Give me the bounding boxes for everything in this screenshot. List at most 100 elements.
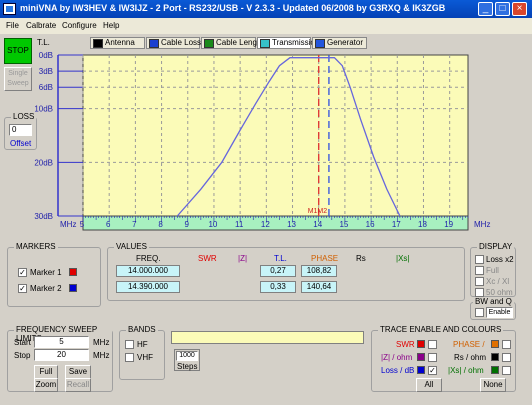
tab-generator[interactable]: Generator — [312, 37, 367, 49]
tl-header: T.L. — [274, 254, 287, 263]
steps-label: Steps — [177, 362, 198, 371]
trace-xs-color[interactable] — [491, 366, 499, 374]
stop-input[interactable]: 20 — [34, 349, 89, 361]
antenna-icon — [93, 39, 103, 48]
50-ohm-checkbox[interactable] — [475, 288, 484, 297]
trace-loss-color[interactable] — [417, 366, 425, 374]
trace-z-color[interactable] — [417, 353, 425, 361]
y-tick-label-10db: 10dB — [34, 105, 53, 114]
zoom-button[interactable]: Zoom — [34, 378, 58, 392]
full-button[interactable]: Full — [34, 365, 58, 379]
marker2-label: Marker 2 — [30, 284, 62, 293]
values-legend: VALUES — [114, 242, 149, 251]
trace-swr-color[interactable] — [417, 340, 425, 348]
50-ohm-label: 50 ohm — [486, 288, 513, 297]
values-group: VALUES FREQ. SWR |Z| T.L. PHASE Rs |Xs| … — [107, 242, 465, 301]
close-button[interactable]: × — [512, 2, 527, 16]
trace-xs-label: |Xs| / ohm — [448, 366, 484, 375]
start-label: Start — [14, 338, 31, 347]
trace-swr-checkbox[interactable] — [428, 340, 437, 349]
trace-all-button[interactable]: All — [416, 378, 442, 392]
trace-xs-checkbox[interactable] — [502, 366, 511, 375]
bwq-group: BW and Q Enable — [470, 297, 516, 320]
marker1-color[interactable] — [69, 268, 77, 276]
bwq-legend: BW and Q — [473, 297, 514, 306]
bwq-enable-label: Enable — [486, 307, 513, 318]
trace-phase-color[interactable] — [491, 340, 499, 348]
x-tick-label-13: 13 — [287, 220, 296, 229]
trace-group: TRACE ENABLE AND COLOURS SWR |Z| / ohm L… — [371, 325, 516, 392]
x-tick-label-17: 17 — [392, 220, 401, 229]
marker2-checkbox[interactable]: ✓ — [18, 284, 27, 293]
hf-checkbox[interactable] — [125, 340, 134, 349]
cable-loss-icon — [149, 39, 159, 48]
start-input[interactable]: 5 — [34, 336, 89, 348]
trace-legend: TRACE ENABLE AND COLOURS — [378, 325, 504, 334]
tab-cable-loss[interactable]: Cable Loss — [146, 37, 201, 49]
bands-legend: BANDS — [126, 325, 158, 334]
trace-none-button[interactable]: None — [480, 378, 506, 392]
bwq-enable-checkbox[interactable] — [475, 308, 484, 317]
menu-calibrate[interactable]: Calbrate — [26, 21, 56, 30]
x-tick-label-8: 8 — [158, 220, 163, 229]
marker1-label: Marker 1 — [30, 268, 62, 277]
marker1-tl: 0,27 — [260, 265, 296, 277]
marker2-phase: 140,64 — [301, 281, 337, 293]
window-title: miniVNA by IW3HEV & IW3IJZ - 2 Port - RS… — [20, 3, 446, 13]
stop-label: Stop — [14, 351, 31, 360]
trace-loss-checkbox[interactable]: ✓ — [428, 366, 437, 375]
markers-legend: MARKERS — [14, 242, 58, 251]
save-button[interactable]: Save — [65, 365, 91, 379]
loss-x2-checkbox[interactable] — [475, 255, 484, 264]
x-tick-label-7: 7 — [132, 220, 137, 229]
trace-phase-label: PHASE / — [453, 340, 485, 349]
z-header: |Z| — [238, 254, 248, 263]
minimize-button[interactable]: _ — [478, 2, 493, 16]
trace-loss-label: Loss / dB — [381, 366, 415, 375]
marker1-checkbox[interactable]: ✓ — [18, 268, 27, 277]
maximize-button[interactable]: □ — [495, 2, 510, 16]
vhf-label: VHF — [137, 353, 153, 362]
trace-z-label: |Z| / ohm — [381, 353, 413, 362]
full-checkbox[interactable] — [475, 266, 484, 275]
trace-rs-color[interactable] — [491, 353, 499, 361]
menu-bar: File Calbrate Configure Help — [0, 18, 532, 34]
x-unit-left: MHz — [60, 220, 76, 229]
xc-xl-label: Xc / Xl — [486, 277, 510, 286]
tab-transmission[interactable]: Transmission — [257, 37, 319, 49]
title-bar: miniVNA by IW3HEV & IW3IJZ - 2 Port - RS… — [0, 0, 532, 18]
trace-phase-checkbox[interactable] — [502, 340, 511, 349]
menu-configure[interactable]: Configure — [62, 21, 97, 30]
trace-z-checkbox[interactable] — [428, 353, 437, 362]
xc-xl-checkbox[interactable] — [475, 277, 484, 286]
tl-label: T.L. — [37, 38, 50, 47]
cable-length-icon — [204, 39, 214, 48]
swr-header: SWR — [198, 254, 217, 263]
marker2-color[interactable] — [69, 284, 77, 292]
y-tick-label-0db: 0dB — [39, 51, 53, 60]
x-tick-label-14: 14 — [313, 220, 322, 229]
recall-button[interactable]: Recall — [65, 378, 91, 392]
y-tick-label-20db: 20dB — [34, 158, 53, 167]
tab-cable-length[interactable]: Cable Length — [201, 37, 264, 49]
y-tick-label-30db: 30dB — [34, 212, 53, 221]
steps-input[interactable]: 1000 — [176, 351, 198, 361]
menu-file[interactable]: File — [6, 21, 19, 30]
freq-header: FREQ. — [136, 254, 161, 263]
x-tick-label-12: 12 — [261, 220, 270, 229]
x-tick-label-9: 9 — [185, 220, 190, 229]
x-tick-label-5: 5 — [80, 220, 85, 229]
transmission-icon — [260, 39, 270, 48]
vhf-checkbox[interactable] — [125, 353, 134, 362]
marker1-phase: 108,82 — [301, 265, 337, 277]
start-unit: MHz — [93, 338, 110, 347]
trace-rs-checkbox[interactable] — [502, 353, 511, 362]
bands-group: BANDS HF VHF — [119, 325, 165, 380]
tab-antenna[interactable]: Antenna — [90, 37, 145, 49]
plot-background — [82, 54, 469, 217]
menu-help[interactable]: Help — [103, 21, 119, 30]
sweep-group: FREQUENCY SWEEP LIMITS Start 5 MHz Stop … — [7, 325, 113, 392]
x-tick-label-19: 19 — [444, 220, 453, 229]
display-group: DISPLAY Loss x2 Full Xc / Xl 50 ohm — [470, 242, 516, 297]
x-tick-label-6: 6 — [106, 220, 111, 229]
